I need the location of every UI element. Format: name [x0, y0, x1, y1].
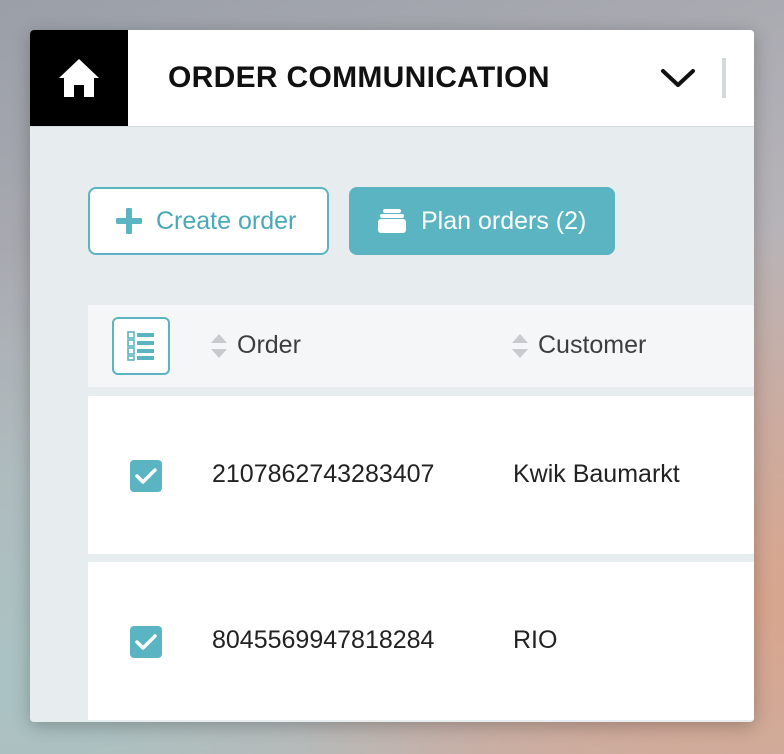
home-button[interactable] — [30, 30, 128, 126]
plan-orders-label: Plan orders (2) — [421, 206, 587, 235]
table-header: Order Customer — [88, 305, 754, 387]
checkmark-icon — [135, 468, 157, 484]
create-order-label: Create order — [156, 206, 297, 235]
plus-icon — [116, 208, 142, 234]
customer-name: Kwik Baumarkt — [513, 460, 680, 488]
plan-orders-button[interactable]: Plan orders (2) — [349, 187, 615, 255]
column-label-order: Order — [237, 331, 301, 359]
table-row[interactable]: 8045569947818284 RIO — [88, 562, 754, 720]
column-settings-button[interactable] — [112, 317, 170, 375]
column-header-customer[interactable]: Customer — [511, 331, 646, 360]
chevron-down-icon — [661, 69, 695, 87]
checkmark-icon — [135, 634, 157, 650]
create-order-button[interactable]: Create order — [88, 187, 329, 255]
list-columns-icon — [127, 331, 154, 361]
sort-icon — [210, 332, 228, 360]
app-header: ORDER COMMUNICATION — [30, 30, 754, 127]
column-label-customer: Customer — [538, 331, 647, 359]
column-header-order[interactable]: Order — [210, 331, 301, 360]
row-checkbox[interactable] — [130, 626, 162, 658]
order-number: 8045569947818284 — [212, 626, 435, 654]
stack-icon — [377, 208, 407, 234]
app-window: ORDER COMMUNICATION Create order Plan or… — [30, 30, 754, 722]
customer-name: RIO — [513, 626, 558, 654]
home-icon — [59, 59, 99, 97]
row-checkbox[interactable] — [130, 460, 162, 492]
table-row[interactable]: 2107862743283407 Kwik Baumarkt — [88, 396, 754, 554]
expand-button[interactable] — [656, 60, 700, 96]
header-divider — [722, 58, 726, 98]
order-number: 2107862743283407 — [212, 460, 435, 488]
page-title: ORDER COMMUNICATION — [168, 61, 550, 94]
sort-icon — [511, 332, 529, 360]
